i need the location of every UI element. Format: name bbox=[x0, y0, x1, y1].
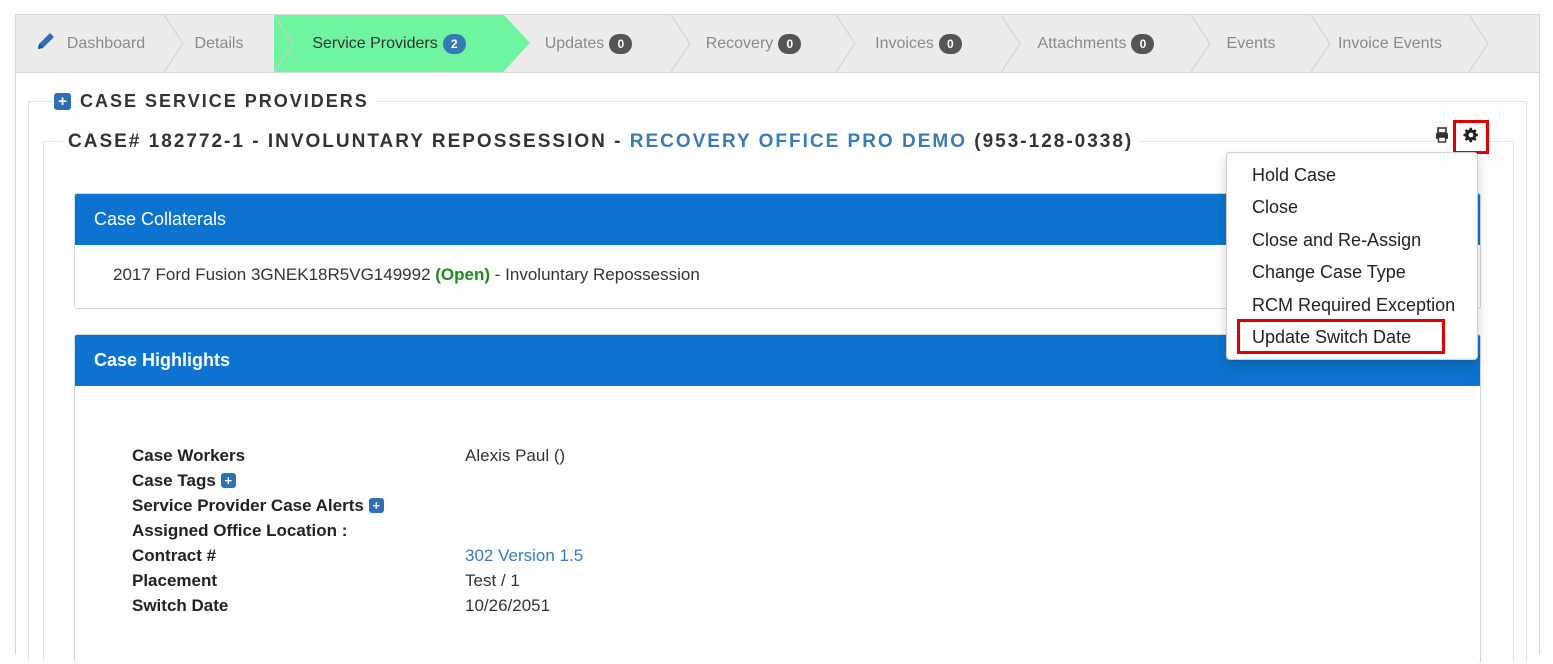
contract-link[interactable]: 302 Version 1.5 bbox=[465, 546, 583, 566]
highlights-grid: Case Workers Alexis Paul () Case Tags + S… bbox=[132, 443, 583, 618]
menu-item-hold-case[interactable]: Hold Case bbox=[1252, 165, 1336, 186]
highlight-label: Placement bbox=[132, 570, 218, 590]
tab-label: Recovery bbox=[705, 34, 774, 52]
pencil-icon bbox=[35, 30, 57, 57]
highlight-value: Alexis Paul () bbox=[465, 445, 566, 465]
print-icon[interactable] bbox=[1435, 126, 1449, 148]
tab-label: Service Providers bbox=[312, 34, 438, 52]
highlight-label: Service Provider Case Alerts bbox=[132, 495, 364, 515]
case-title-prefix: CASE# 182772-1 - INVOLUNTARY REPOSSESSIO… bbox=[68, 131, 630, 152]
tab-attachments[interactable]: Attachments 0 bbox=[1001, 15, 1211, 72]
tab-updates[interactable]: Updates 0 bbox=[506, 15, 691, 72]
count-badge: 2 bbox=[442, 33, 466, 54]
section-title-text: CASE SERVICE PROVIDERS bbox=[80, 91, 369, 111]
highlight-row: Switch Date 10/26/2051 bbox=[132, 593, 583, 618]
tab-invoices[interactable]: Invoices 0 bbox=[836, 15, 1021, 72]
tab-label: Events bbox=[1226, 34, 1276, 52]
gear-icon bbox=[1462, 126, 1480, 149]
case-actions-menu: Hold Case Close Close and Re-Assign Chan… bbox=[1226, 152, 1478, 360]
highlight-label: Switch Date bbox=[132, 595, 229, 615]
menu-item-close-reassign[interactable]: Close and Re-Assign bbox=[1252, 230, 1421, 251]
count-badge: 0 bbox=[609, 33, 633, 54]
highlight-row: Service Provider Case Alerts + bbox=[132, 493, 583, 518]
highlight-row: Case Workers Alexis Paul () bbox=[132, 443, 583, 468]
count-badge: 0 bbox=[938, 33, 962, 54]
tab-label: Invoice Events bbox=[1337, 34, 1443, 52]
tab-label: Attachments bbox=[1037, 34, 1127, 52]
tab-label: Invoices bbox=[875, 34, 934, 52]
tab-service-providers[interactable]: Service Providers 2 bbox=[274, 15, 530, 72]
highlight-label: Case Workers bbox=[132, 445, 246, 465]
company-link[interactable]: RECOVERY OFFICE PRO DEMO bbox=[630, 131, 967, 152]
plus-icon[interactable]: + bbox=[220, 473, 236, 488]
highlight-row: Assigned Office Location : bbox=[132, 518, 583, 543]
count-badge: 0 bbox=[1131, 33, 1155, 54]
section-title: + CASE SERVICE PROVIDERS bbox=[54, 91, 377, 112]
highlight-label-wrap: Case Tags + bbox=[132, 471, 465, 491]
tab-label: Details bbox=[194, 34, 244, 52]
highlight-label: Case Tags bbox=[132, 470, 216, 490]
menu-item-change-case-type[interactable]: Change Case Type bbox=[1252, 262, 1406, 283]
highlights-panel: Case Highlights Case Workers Alexis Paul… bbox=[74, 334, 1481, 664]
plus-icon[interactable]: + bbox=[368, 498, 384, 513]
tab-invoice-events[interactable]: Invoice Events bbox=[1311, 15, 1489, 72]
collateral-type: - Involuntary Repossession bbox=[490, 265, 700, 284]
status-badge: (Open) bbox=[435, 265, 491, 284]
company-phone: (953-128-0338) bbox=[967, 131, 1134, 152]
tab-recovery[interactable]: Recovery 0 bbox=[671, 15, 856, 72]
collateral-vehicle: 2017 Ford Fusion 3GNEK18R5VG149992 bbox=[113, 265, 436, 284]
case-tools bbox=[1433, 120, 1489, 154]
wizard-tabs: Dashboard Details Service Providers 2 Up… bbox=[16, 15, 1539, 73]
highlight-value: Test / 1 bbox=[465, 570, 520, 590]
case-title: CASE# 182772-1 - INVOLUNTARY REPOSSESSIO… bbox=[62, 131, 1140, 153]
gear-button[interactable] bbox=[1453, 120, 1489, 154]
highlight-label: Assigned Office Location : bbox=[132, 520, 348, 540]
count-badge: 0 bbox=[778, 33, 802, 54]
menu-item-update-switch-date[interactable]: Update Switch Date bbox=[1252, 327, 1411, 348]
highlight-row: Placement Test / 1 bbox=[132, 568, 583, 593]
highlight-value: 10/26/2051 bbox=[465, 595, 551, 615]
highlight-row: Contract # 302 Version 1.5 bbox=[132, 543, 583, 568]
highlight-row: Case Tags + bbox=[132, 468, 583, 493]
tab-dashboard[interactable]: Dashboard bbox=[16, 15, 184, 72]
plus-icon[interactable]: + bbox=[54, 93, 71, 110]
menu-item-rcm-exception[interactable]: RCM Required Exception bbox=[1252, 295, 1455, 316]
highlight-label: Contract # bbox=[132, 545, 217, 565]
highlight-label-wrap: Service Provider Case Alerts + bbox=[132, 496, 465, 516]
tab-label: Dashboard bbox=[66, 34, 146, 52]
tab-label: Updates bbox=[544, 34, 605, 52]
menu-item-close[interactable]: Close bbox=[1252, 197, 1298, 218]
